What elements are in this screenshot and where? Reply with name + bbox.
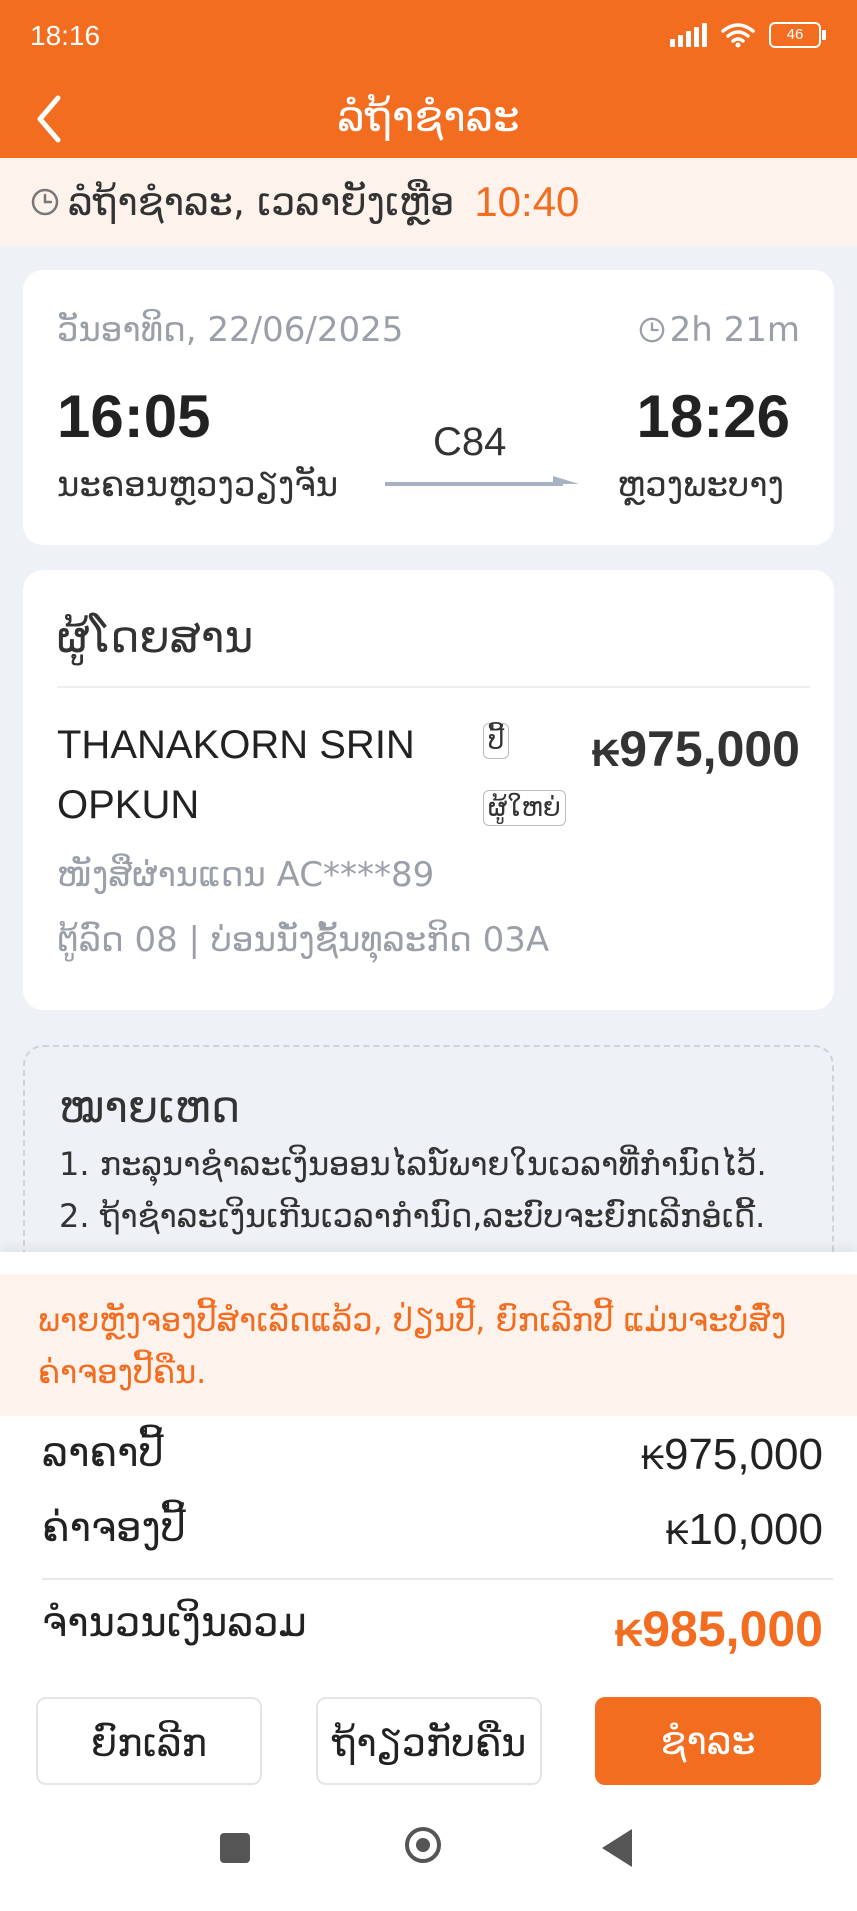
notes-section: ໝາຍເຫດ 1. ກະລຸນາຊໍາລະເງິນອອນໄລນ໌ພາຍໃນເວລ… — [23, 1045, 834, 1267]
seat-info: ຕູ້ລົດ 08 | ບ່ອນນັ່ງຊັ້ນທຸລະກິດ 03A — [57, 920, 550, 960]
currency-symbol: ₭ — [614, 1613, 643, 1655]
total-label: ຈໍານວນເງິນລວມ — [42, 1600, 307, 1646]
note-item: 1. ກະລຸນາຊໍາລະເງິນອອນໄລນ໌ພາຍໃນເວລາທີ່ກໍາ… — [59, 1145, 767, 1183]
trip-duration: 2h 21m — [638, 310, 800, 350]
arrival-time: 18:26 — [636, 383, 790, 450]
battery-icon: 46 — [769, 22, 826, 48]
currency-symbol: ₭ — [665, 1514, 689, 1552]
passenger-name: THANAKORN SRIN OPKUN — [57, 715, 457, 835]
warning-text: ພາຍຫຼັງຈອງປີ້ສໍາເລັດແລ້ວ, ປ່ຽນປີ້, ຍົກເລ… — [38, 1301, 787, 1391]
ticket-price-value: ₭975,000 — [641, 1430, 823, 1480]
system-nav-bar — [0, 1793, 857, 1911]
header-bar: ລໍຖ້າຊໍາລະ — [0, 80, 857, 158]
change-button[interactable]: ຖ້າຽວກັບຄືນ — [316, 1697, 542, 1785]
booking-fee-value: ₭10,000 — [666, 1505, 823, 1555]
payment-countdown-banner: ລໍຖ້າຊໍາລະ, ເວລາຍັງເຫຼືອ 10:40 — [0, 158, 857, 246]
cancel-button[interactable]: ຍົກເລີກ — [36, 1697, 262, 1785]
booking-fee-amount: 10,000 — [688, 1505, 823, 1554]
total-amount: 985,000 — [642, 1601, 823, 1657]
passenger-card: ຜູ້ໂດຍສານ THANAKORN SRIN OPKUN ປີ້ ຜູ້ໃຫ… — [23, 570, 834, 1010]
page-title: ລໍຖ້າຊໍາລະ — [337, 92, 520, 141]
wifi-icon — [721, 23, 755, 48]
passenger-name-line1: THANAKORN SRIN — [57, 723, 415, 767]
currency-symbol: ₭ — [641, 1439, 664, 1477]
status-bar: 18:16 46 — [0, 0, 857, 80]
notes-title: ໝາຍເຫດ — [59, 1082, 241, 1133]
currency-symbol: ₭ — [591, 733, 620, 775]
ticket-tag: ປີ້ — [483, 723, 510, 759]
payment-summary-panel: ພາຍຫຼັງຈອງປີ້ສໍາເລັດແລ້ວ, ປ່ຽນປີ້, ຍົກເລ… — [0, 1252, 857, 1911]
status-icons: 46 — [670, 22, 826, 48]
countdown-label: ລໍຖ້າຊໍາລະ, ເວລາຍັງເຫຼືອ — [68, 180, 455, 224]
signal-icon — [670, 23, 707, 47]
nav-back-icon[interactable] — [602, 1829, 632, 1867]
arrival-station: ຫຼວງພະບາງ — [617, 465, 784, 505]
departure-station: ນະຄອນຫຼວງວຽງຈັນ — [57, 465, 339, 505]
ticket-price-amount: 975,000 — [663, 1430, 823, 1479]
divider — [42, 1578, 833, 1580]
arrow-right-icon — [385, 476, 579, 486]
train-number: C84 — [433, 420, 507, 464]
nav-recent-icon[interactable] — [220, 1833, 250, 1863]
clock-icon — [31, 188, 59, 216]
passenger-price-value: 975,000 — [619, 721, 800, 777]
passenger-name-line2: OPKUN — [57, 783, 200, 827]
status-time: 18:16 — [30, 20, 101, 51]
divider — [57, 686, 810, 688]
booking-fee-label: ຄ່າຈອງປີ້ — [42, 1505, 186, 1551]
trip-date: ວັນອາທິດ, 22/06/2025 — [57, 310, 404, 350]
clock-icon — [639, 317, 664, 343]
refund-warning-banner: ພາຍຫຼັງຈອງປີ້ສໍາເລັດແລ້ວ, ປ່ຽນປີ້, ຍົກເລ… — [0, 1274, 857, 1416]
passenger-section-title: ຜູ້ໂດຍສານ — [57, 612, 254, 663]
passenger-price: ₭975,000 — [592, 720, 800, 778]
passenger-type-tag: ຜູ້ໃຫຍ່ — [483, 790, 566, 826]
countdown-timer: 10:40 — [474, 178, 580, 225]
pay-button[interactable]: ຊໍາລະ — [595, 1697, 821, 1785]
ticket-price-label: ລາຄາປີ້ — [42, 1430, 164, 1476]
duration-text: 2h 21m — [669, 310, 800, 350]
total-value: ₭985,000 — [615, 1600, 823, 1658]
nav-home-icon[interactable] — [405, 1827, 441, 1863]
departure-time: 16:05 — [57, 383, 211, 450]
trip-card: ວັນອາທິດ, 22/06/2025 2h 21m 16:05 18:26 … — [23, 270, 834, 545]
note-item: 2. ຖ້າຊໍາລະເງິນເກີນເວລາກໍານົດ,ລະບົບຈະຍົກ… — [59, 1197, 766, 1235]
passport-number: ໜັງສືຜ່ານແດນ AC****89 — [57, 855, 435, 895]
